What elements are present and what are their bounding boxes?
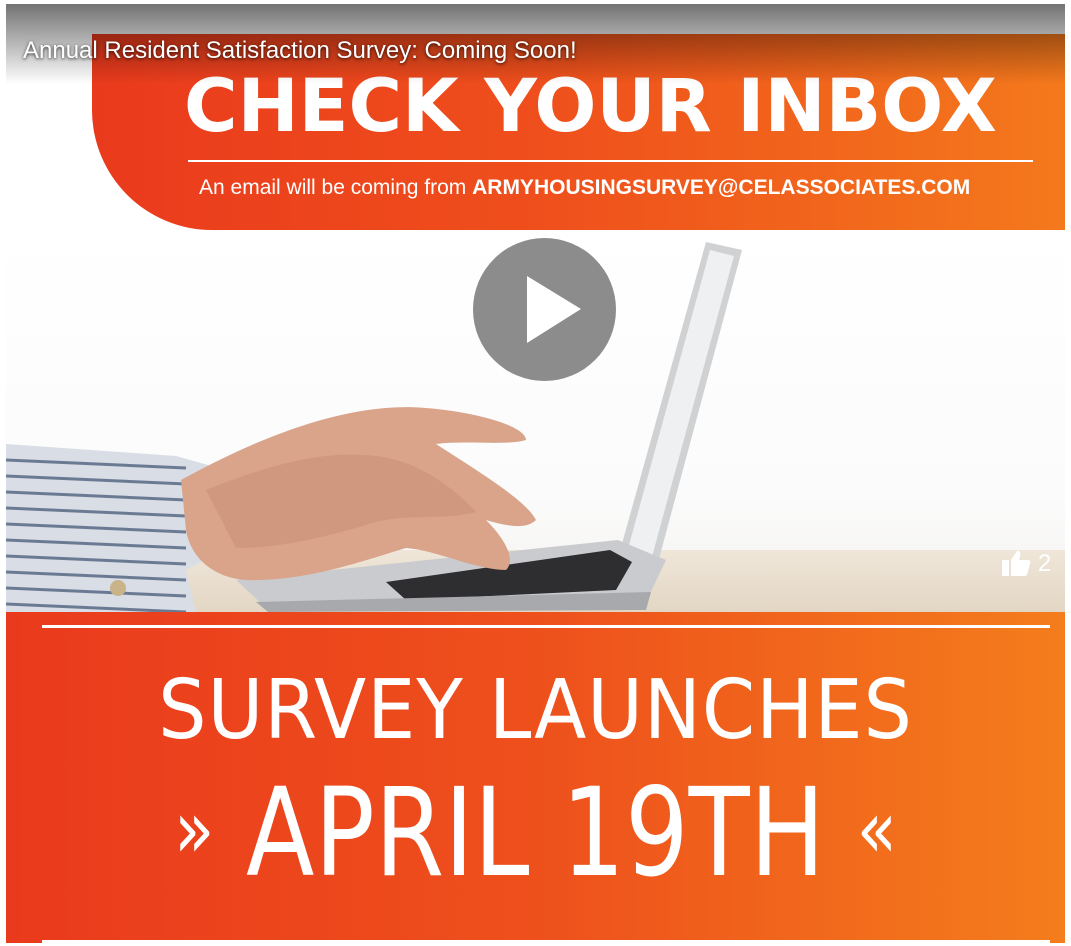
play-button[interactable] xyxy=(473,238,616,381)
top-divider xyxy=(42,625,1050,628)
left-chevron-mark: » xyxy=(174,783,215,876)
thumbs-up-icon xyxy=(1002,550,1031,576)
survey-email: ARMYHOUSINGSURVEY@CELASSOCIATES.COM xyxy=(472,176,971,199)
play-icon xyxy=(527,276,581,343)
subline-prefix: An email will be coming from xyxy=(199,176,467,199)
launch-panel: SURVEY LAUNCHES » APRIL 19TH « xyxy=(6,612,1065,943)
launch-date: APRIL 19TH xyxy=(246,762,825,904)
like-count: 2 xyxy=(1038,550,1052,577)
launch-date-line: » APRIL 19TH « xyxy=(101,772,969,894)
right-chevron-mark: « xyxy=(856,783,897,876)
bottom-divider xyxy=(42,940,1050,943)
banner-subline: An email will be coming from ARMYHOUSING… xyxy=(199,176,970,200)
launch-heading: SURVEY LAUNCHES xyxy=(158,663,913,758)
headline-divider xyxy=(188,160,1033,162)
video-title[interactable]: Annual Resident Satisfaction Survey: Com… xyxy=(23,37,577,65)
video-player[interactable]: CHECK YOUR INBOX An email will be coming… xyxy=(6,4,1065,943)
like-button[interactable] xyxy=(1000,548,1032,578)
